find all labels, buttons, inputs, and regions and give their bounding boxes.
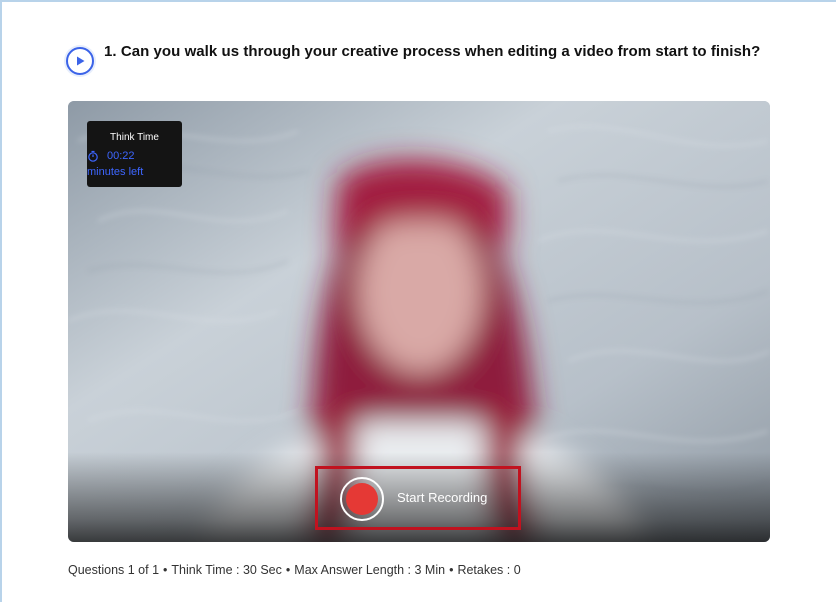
think-time-info: Think Time : 30 Sec <box>171 563 282 577</box>
separator: • <box>285 563 291 577</box>
think-time-title: Think Time <box>110 132 159 143</box>
retakes-info: Retakes : 0 <box>457 563 521 577</box>
start-recording-label[interactable]: Start Recording <box>397 490 487 506</box>
video-preview: Think Time 00:22 minutes left Start Reco… <box>68 101 770 542</box>
think-time-countdown: 00:22 <box>87 149 135 163</box>
separator: • <box>449 563 454 577</box>
interview-info-bar: Questions 1 of 1 • Think Time : 30 Sec • Max… <box>68 562 521 578</box>
play-question-button[interactable] <box>66 47 94 75</box>
max-answer-length-info: Max Answer Length : 3 Min <box>294 563 446 577</box>
record-icon <box>346 483 378 515</box>
think-time-value: 00:22 <box>107 150 135 162</box>
start-recording-button[interactable] <box>340 477 384 521</box>
think-time-panel: Think Time 00:22 minutes left <box>87 121 182 187</box>
stopwatch-icon <box>87 150 99 162</box>
play-icon <box>74 55 86 67</box>
separator: • <box>163 563 168 577</box>
think-time-subtitle: minutes left <box>87 166 144 178</box>
question-text: 1. Can you walk us through your creative… <box>104 43 761 60</box>
questions-count: Questions 1 of 1 <box>68 563 160 577</box>
